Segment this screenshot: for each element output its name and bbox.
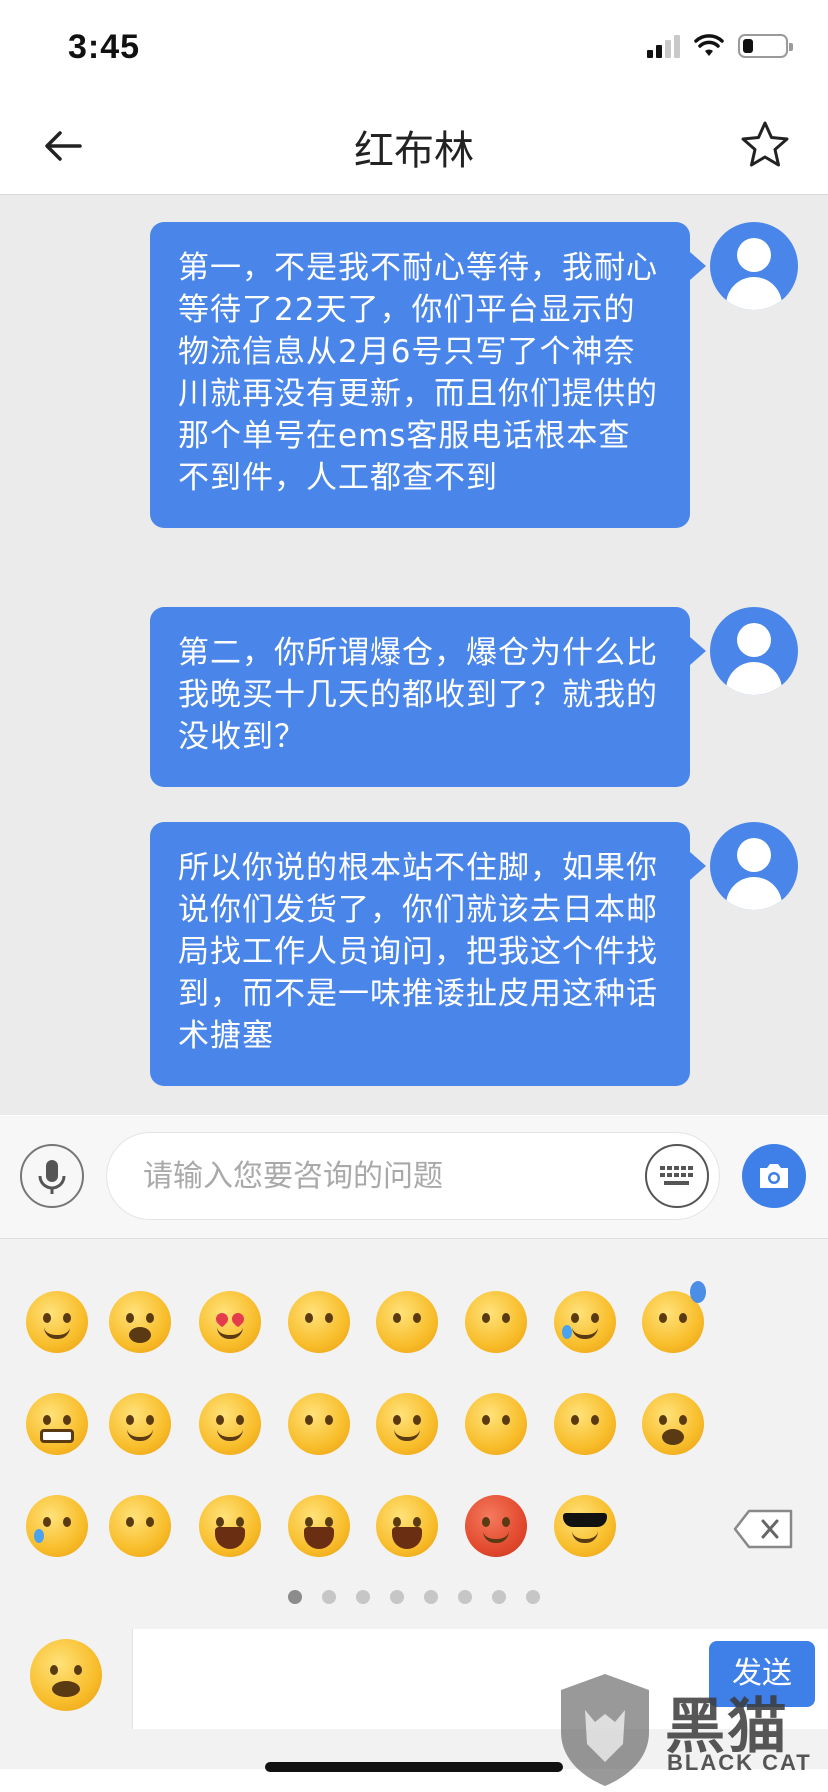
- watermark-text-en: BLACK CAT: [667, 1750, 812, 1775]
- emoji-panel: [0, 1239, 828, 1629]
- sunglasses-face-emoji[interactable]: [554, 1495, 616, 1557]
- hushed-face-emoji[interactable]: [642, 1393, 704, 1455]
- loudly-crying-face-emoji[interactable]: [199, 1495, 261, 1557]
- shushing-face-emoji[interactable]: [288, 1291, 350, 1353]
- user-avatar[interactable]: [710, 822, 798, 910]
- black-cat-watermark: 黑猫 BLACK CAT: [555, 1670, 825, 1790]
- wifi-icon: [694, 34, 724, 56]
- message-bubble[interactable]: 第二，你所谓爆仓，爆仓为什么比我晚买十几天的都收到了？就我的没收到？: [150, 607, 706, 787]
- hand-over-mouth-face-emoji[interactable]: [288, 1393, 350, 1455]
- page-dot[interactable]: [390, 1590, 404, 1604]
- camera-icon: [760, 1164, 788, 1188]
- grinning-face-emoji[interactable]: [109, 1291, 171, 1353]
- page-dot[interactable]: [526, 1590, 540, 1604]
- downcast-sweat-face-emoji[interactable]: [642, 1281, 706, 1353]
- pleading-face-emoji[interactable]: [465, 1393, 527, 1455]
- emoji-category-tab[interactable]: [30, 1639, 102, 1711]
- star-icon[interactable]: [738, 118, 792, 172]
- battery-icon: [738, 34, 793, 58]
- chat-message-list[interactable]: 第一，不是我不耐心等待，我耐心等待了22天了，你们平台显示的物流信息从2月6号只…: [0, 195, 828, 1115]
- angry-face-emoji[interactable]: [465, 1495, 527, 1557]
- kissing-face-emoji[interactable]: [376, 1291, 438, 1353]
- camera-button[interactable]: [742, 1144, 806, 1208]
- cat-shield-logo: [561, 1674, 649, 1786]
- heart-eyes-face-emoji[interactable]: [199, 1291, 261, 1353]
- hands-covering-face-emoji[interactable]: [109, 1495, 171, 1557]
- flushed-face-emoji[interactable]: [465, 1291, 527, 1353]
- keyboard-icon: [660, 1166, 693, 1185]
- status-icons: [647, 34, 793, 58]
- grimacing-face-emoji[interactable]: [26, 1393, 88, 1455]
- user-avatar[interactable]: [710, 607, 798, 695]
- page-dot[interactable]: [424, 1590, 438, 1604]
- status-time: 3:45: [68, 28, 141, 66]
- keyboard-toggle-button[interactable]: [645, 1144, 709, 1208]
- page-dot[interactable]: [492, 1590, 506, 1604]
- message-bubble[interactable]: 第一，不是我不耐心等待，我耐心等待了22天了，你们平台显示的物流信息从2月6号只…: [150, 222, 706, 528]
- winking-face-emoji[interactable]: [376, 1393, 438, 1455]
- message-input-bar: [0, 1116, 828, 1239]
- status-bar: 3:45: [0, 0, 828, 96]
- page-dot[interactable]: [458, 1590, 472, 1604]
- user-avatar[interactable]: [710, 222, 798, 310]
- backspace-icon[interactable]: [733, 1509, 795, 1549]
- crying-face-emoji[interactable]: [26, 1495, 88, 1557]
- screaming-face-emoji[interactable]: [376, 1495, 438, 1557]
- page-dot[interactable]: [322, 1590, 336, 1604]
- page-dot[interactable]: [288, 1590, 302, 1604]
- emoji-page-indicator[interactable]: [0, 1590, 828, 1604]
- message-bubble[interactable]: 所以你说的根本站不住脚，如果你说你们发货了，你们就该去日本邮局找工作人员询问，把…: [150, 822, 706, 1086]
- battery-level: [743, 39, 753, 53]
- tears-of-joy-face-emoji[interactable]: [554, 1291, 616, 1353]
- question-input[interactable]: [106, 1132, 720, 1220]
- page-dot[interactable]: [356, 1590, 370, 1604]
- microphone-icon: [38, 1160, 66, 1194]
- navigation-bar: 红布林: [0, 96, 828, 195]
- winking-tongue-face-emoji[interactable]: [109, 1393, 171, 1455]
- relieved-face-emoji[interactable]: [199, 1393, 261, 1455]
- hammer-on-head-face-emoji[interactable]: [554, 1393, 616, 1455]
- cellular-signal-icon: [647, 34, 680, 58]
- voice-input-button[interactable]: [20, 1144, 84, 1208]
- home-indicator[interactable]: [265, 1762, 563, 1772]
- tired-face-emoji[interactable]: [288, 1495, 350, 1557]
- page-title: 红布林: [354, 128, 474, 174]
- smiling-face-emoji[interactable]: [26, 1291, 88, 1353]
